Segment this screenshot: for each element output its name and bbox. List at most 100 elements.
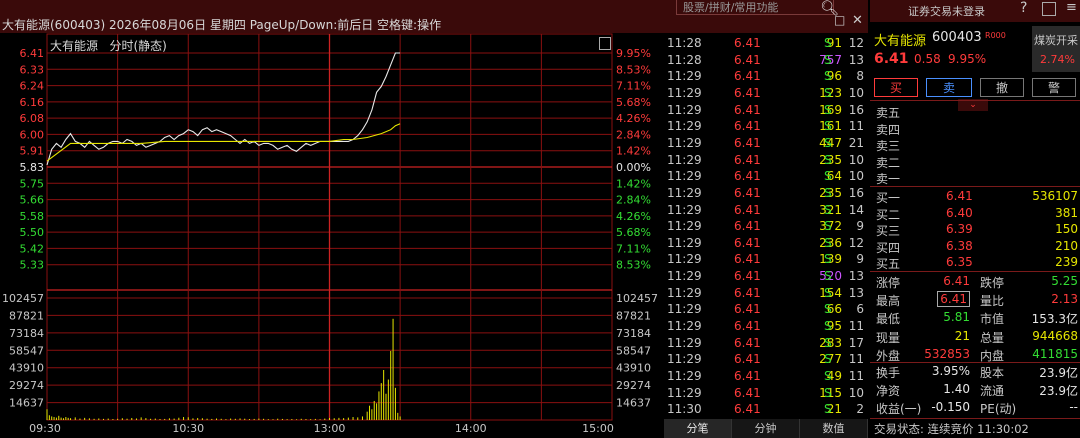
- trade-row: 11:29 6.41 49 S 11: [664, 367, 868, 385]
- trade-count: 9: [856, 219, 864, 234]
- price-tick-label: 5.66: [20, 194, 45, 207]
- trade-price: 6.41: [734, 252, 761, 267]
- trade-side: S: [824, 119, 832, 134]
- chart-expand-icon[interactable]: [599, 37, 611, 50]
- trade-count: 11: [848, 319, 864, 334]
- trade-count: 10: [848, 152, 864, 167]
- trade-time: 11:29: [667, 152, 702, 167]
- bid-level-price: 6.35: [946, 255, 973, 270]
- pct-tick-label: 7.11%: [616, 242, 651, 255]
- trade-count: 8: [856, 69, 864, 84]
- trade-time: 11:29: [667, 302, 702, 317]
- trade-time: 11:28: [667, 52, 702, 67]
- code-badge: R000: [985, 31, 1006, 40]
- stat-value: --: [1069, 400, 1078, 415]
- trade-side: S: [824, 102, 832, 117]
- trade-tab[interactable]: 分笔: [664, 419, 732, 438]
- ask-level-label: 卖四: [876, 122, 901, 137]
- login-status[interactable]: 证券交易未登录: [908, 3, 985, 19]
- trade-time: 11:29: [667, 385, 702, 400]
- search-input[interactable]: 股票/拼财/常用功能: [676, 0, 834, 15]
- bid-level-label: 买一: [876, 191, 901, 205]
- pct-tick-label: 2.84%: [616, 128, 651, 141]
- trade-row: 11:28 6.41 757 S 13: [664, 51, 868, 69]
- trade-count: 10: [848, 385, 864, 400]
- trade-side: S: [824, 85, 832, 100]
- trade-price: 6.41: [734, 269, 761, 284]
- trade-price: 6.41: [734, 69, 761, 84]
- trade-row: 11:29 6.41 321 S 14: [664, 201, 868, 219]
- trade-time: 11:29: [667, 369, 702, 383]
- help-icon[interactable]: ?: [1020, 0, 1027, 16]
- intraday-chart[interactable]: 6.41 9.95% 6.33 8.53% 6.24 7.11% 6.16 5.68% 6.08…: [0, 0, 664, 438]
- buy-button[interactable]: 买: [874, 78, 918, 97]
- trade-time: 11:29: [667, 235, 702, 250]
- pct-tick-label: 8.53%: [616, 259, 651, 272]
- menu-icon[interactable]: ≡: [1066, 0, 1077, 15]
- price-tick-label: 6.24: [20, 80, 45, 93]
- volume-tick-label-right: 87821: [616, 309, 651, 322]
- trade-side: S: [824, 302, 832, 317]
- bid-level-volume: 536107: [1032, 189, 1078, 203]
- stat-value: 153.3亿: [1031, 312, 1078, 327]
- trade-price: 6.41: [734, 319, 761, 334]
- trade-price: 6.41: [734, 202, 761, 217]
- trade-time: 11:28: [667, 36, 702, 50]
- price-tick-label: 6.33: [20, 63, 45, 76]
- trade-side: S: [824, 335, 832, 350]
- trade-time: 11:29: [667, 169, 702, 184]
- stat-label: 流通: [980, 384, 1005, 399]
- trade-count: 21: [848, 135, 864, 150]
- trade-tab[interactable]: 分钟: [732, 419, 800, 438]
- trade-side: S: [824, 269, 832, 284]
- pct-tick-label: 2.84%: [616, 194, 651, 207]
- time-tick-label: 10:30: [172, 422, 204, 435]
- pct-tick-label: 4.26%: [616, 112, 651, 125]
- stat-value: 6.41: [937, 291, 970, 308]
- close-button[interactable]: ✕: [852, 13, 863, 28]
- chart-header: 大有能源 分时(静态): [50, 37, 167, 54]
- trade-price: 6.41: [734, 52, 761, 67]
- stat-value: 1.40: [943, 382, 970, 397]
- price-tick-label: 5.58: [20, 210, 45, 223]
- trade-side: S: [824, 135, 832, 150]
- stat-label: 市值: [980, 312, 1005, 327]
- cancel-order-button[interactable]: 撤: [980, 78, 1024, 97]
- trade-price: 6.41: [734, 285, 761, 300]
- bid-level-price: 6.39: [946, 222, 973, 237]
- trade-count: 13: [848, 52, 864, 67]
- sector-name[interactable]: 煤炭开采: [1034, 32, 1078, 48]
- pct-tick-label: 9.95%: [616, 47, 651, 60]
- stat-value: 23.9亿: [1039, 366, 1078, 380]
- price-tick-label: 5.42: [20, 242, 45, 255]
- volume-tick-label: 29274: [9, 379, 44, 392]
- volume-tick-label: 87821: [9, 309, 44, 322]
- trade-time: 11:29: [667, 85, 702, 100]
- trade-price: 6.41: [734, 385, 761, 400]
- stat-label: 净资: [876, 384, 901, 399]
- trade-time: 11:29: [667, 319, 702, 334]
- volume-tick-label-right: 14637: [616, 397, 651, 410]
- trade-price: 6.41: [734, 36, 761, 50]
- volume-tick-label: 43910: [9, 362, 44, 375]
- layout-icon[interactable]: [1042, 2, 1056, 16]
- trade-tabs[interactable]: 分笔 分钟 数值: [664, 419, 868, 438]
- time-tick-label: 13:00: [314, 422, 346, 435]
- trade-row: 11:29 6.41 520 S 13: [664, 267, 868, 285]
- trade-tab[interactable]: 数值: [800, 419, 868, 438]
- trade-price: 6.41: [734, 219, 761, 234]
- bid-level-label: 买四: [876, 240, 901, 255]
- alert-button[interactable]: 警: [1032, 78, 1076, 97]
- trade-count: 11: [848, 119, 864, 134]
- trade-ticks-list[interactable]: 11:28 6.41 91 S 12 11:28 6.41 757 S 13 11:29 6.41 96…: [664, 34, 868, 417]
- sell-button[interactable]: 卖: [926, 78, 972, 97]
- trade-price: 6.41: [734, 369, 761, 383]
- trade-row: 11:29 6.41 154 S 13: [664, 284, 868, 302]
- maximize-button[interactable]: □: [834, 13, 845, 27]
- trade-row: 11:29 6.41 161 S 11: [664, 117, 868, 135]
- pct-tick-label: 4.26%: [616, 210, 651, 223]
- bid-level-price: 6.40: [946, 205, 973, 220]
- stat-label: 最高: [876, 294, 901, 309]
- bid-level-volume: 381: [1055, 205, 1078, 220]
- trade-side: S: [824, 235, 832, 250]
